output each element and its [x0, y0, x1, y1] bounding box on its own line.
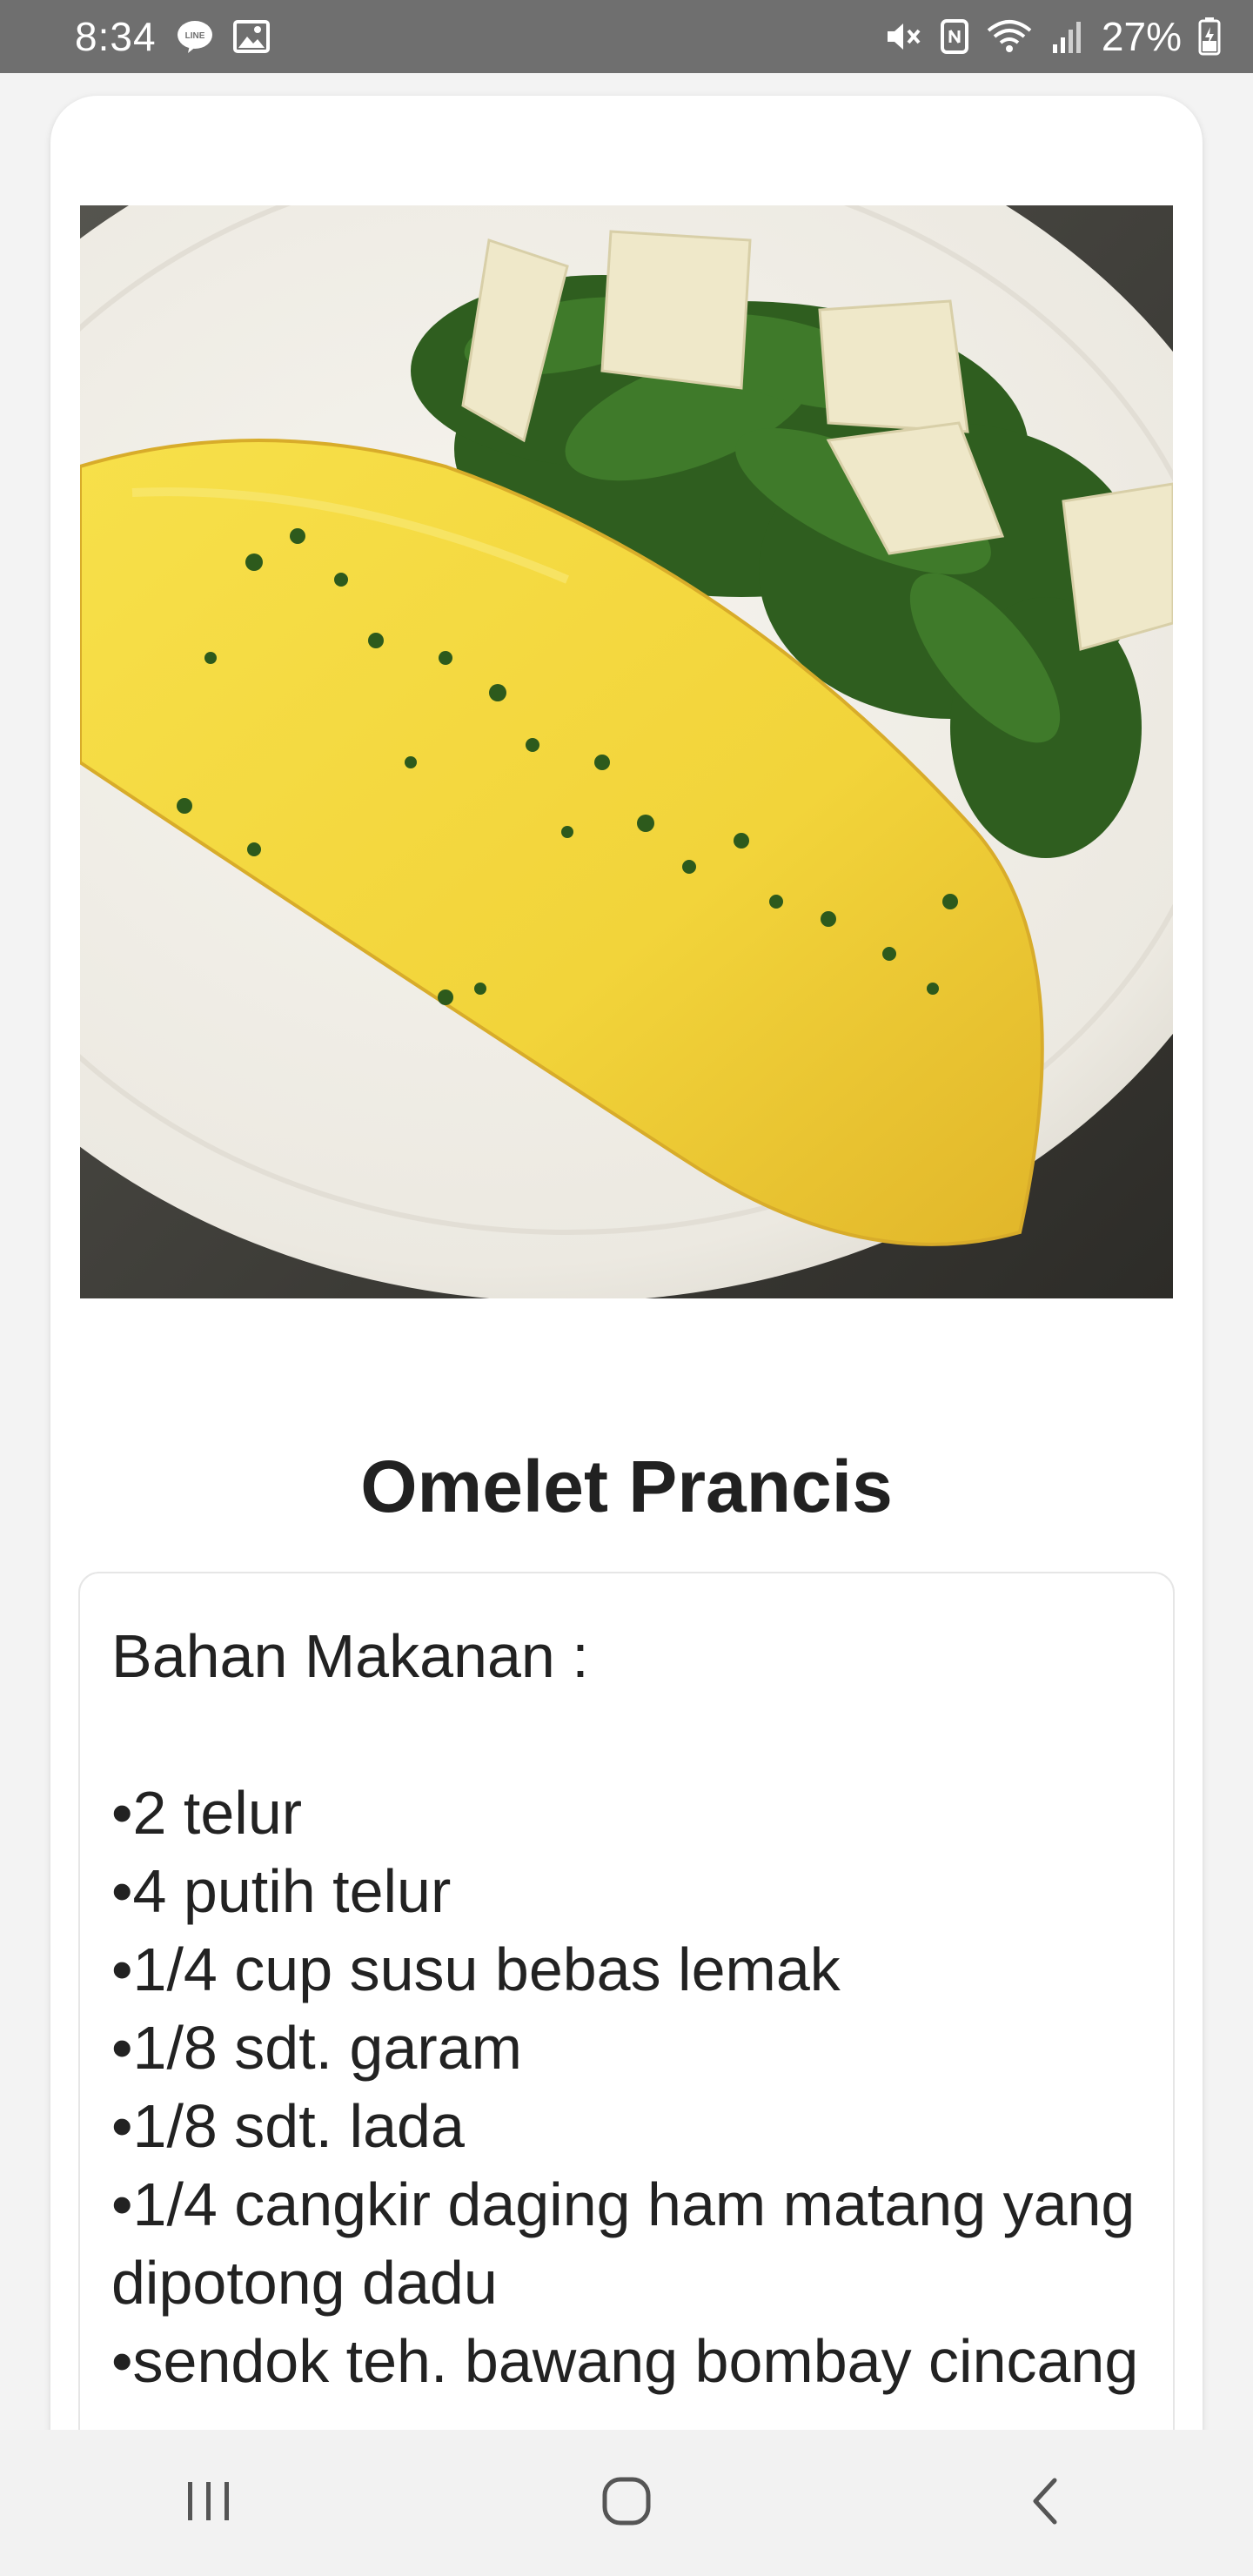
status-left: 8:34 LINE — [75, 13, 270, 60]
wifi-icon — [985, 18, 1034, 55]
battery-percent: 27% — [1101, 14, 1182, 59]
image-icon — [232, 19, 270, 54]
signal-icon — [1049, 18, 1086, 55]
ingredient-item: •1/4 cangkir daging ham matang yang dipo… — [111, 2170, 1136, 2317]
status-right: 27% — [884, 13, 1222, 60]
screen: 8:34 LINE 27% Omelet Prancis Bahan Makan… — [0, 0, 1253, 2576]
status-bar: 8:34 LINE 27% — [0, 0, 1253, 73]
nfc-icon — [940, 18, 969, 55]
recent-apps-icon — [183, 2479, 235, 2528]
recipe-title: Omelet Prancis — [360, 1446, 893, 1527]
svg-text:LINE: LINE — [184, 31, 204, 41]
ingredient-item: •sendok teh. bawang bombay cincang — [111, 2327, 1139, 2395]
recent-apps-button[interactable] — [139, 2451, 278, 2555]
ingredient-item: •1/4 cup susu bebas lemak — [111, 1935, 841, 2003]
line-icon: LINE — [176, 19, 214, 54]
status-time: 8:34 — [75, 14, 157, 59]
back-icon — [1025, 2475, 1063, 2532]
ingredient-item: •4 putih telur — [111, 1857, 452, 1925]
home-icon — [600, 2475, 653, 2532]
ingredients-box[interactable]: Bahan Makanan : •2 telur •4 putih telur … — [78, 1572, 1175, 2576]
recipe-image — [80, 205, 1173, 1298]
mute-icon — [884, 18, 924, 55]
home-button[interactable] — [557, 2451, 696, 2555]
navigation-bar — [0, 2430, 1253, 2576]
ingredient-item: •2 telur — [111, 1779, 303, 1847]
back-button[interactable] — [975, 2451, 1114, 2555]
ingredients-heading: Bahan Makanan : — [111, 1622, 589, 1690]
battery-icon — [1197, 17, 1222, 57]
ingredient-item: •1/8 sdt. lada — [111, 2092, 465, 2160]
ingredient-item: •1/8 sdt. garam — [111, 2014, 522, 2082]
